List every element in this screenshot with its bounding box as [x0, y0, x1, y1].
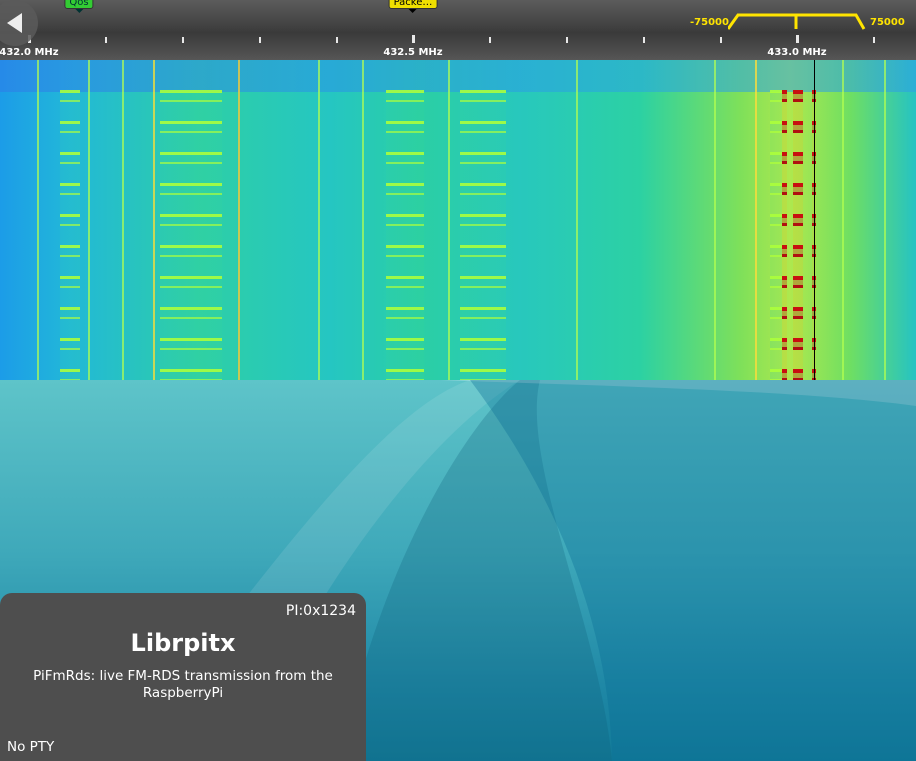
signal-line [238, 60, 240, 380]
strong-signal-band [793, 90, 803, 380]
bookmark-packet[interactable]: Packe… [388, 0, 438, 13]
signal-line [88, 60, 90, 380]
scale-tick [720, 37, 722, 43]
signal-line [318, 60, 320, 380]
signal-line [714, 60, 716, 380]
signal-line [37, 60, 39, 380]
signal-band [770, 90, 782, 380]
frequency-label: 432.5 MHz [383, 47, 443, 58]
frequency-scale[interactable]: 432.0 MHz 432.5 MHz 433.0 MHz Qos Packe…… [0, 0, 916, 60]
signal-line [576, 60, 578, 380]
scale-tick [643, 37, 645, 43]
signal-line [755, 60, 757, 380]
rds-program-type: No PTY [7, 739, 55, 755]
signal-band [386, 90, 424, 380]
strong-signal-band [782, 90, 787, 380]
waterfall-top-band [0, 60, 916, 92]
frequency-label: 432.0 MHz [0, 47, 59, 58]
scale-tick [105, 37, 107, 43]
scale-tick [873, 37, 875, 43]
scale-tick [259, 37, 261, 43]
signal-line [448, 60, 450, 380]
rds-radiotext: PiFmRds: live FM-RDS transmission from t… [33, 668, 333, 701]
scale-tick [182, 37, 184, 43]
tuning-marker[interactable] [814, 60, 815, 380]
passband-low-label: -75000 [690, 17, 729, 28]
rds-panel: PI:0x1234 Librpitx PiFmRds: live FM-RDS … [0, 593, 366, 761]
scale-tick [489, 37, 491, 43]
bookmark-qos[interactable]: Qos [64, 0, 94, 13]
scale-tick [412, 35, 415, 43]
signal-band [60, 90, 80, 380]
scale-tick [336, 37, 338, 43]
signal-band [160, 90, 222, 380]
signal-line [884, 60, 886, 380]
rds-pi-code: PI:0x1234 [285, 603, 356, 619]
signal-line [362, 60, 364, 380]
rds-station-name: Librpitx [130, 629, 236, 657]
passband-indicator[interactable] [728, 13, 866, 33]
frequency-label: 433.0 MHz [767, 47, 827, 58]
waterfall-display[interactable] [0, 60, 916, 380]
signal-line [122, 60, 124, 380]
passband-high-label: 75000 [870, 17, 905, 28]
signal-line [153, 60, 155, 380]
signal-band [460, 90, 506, 380]
signal-line [842, 60, 844, 380]
scale-tick [796, 35, 799, 43]
back-arrow-icon [7, 13, 22, 33]
scale-tick [566, 37, 568, 43]
